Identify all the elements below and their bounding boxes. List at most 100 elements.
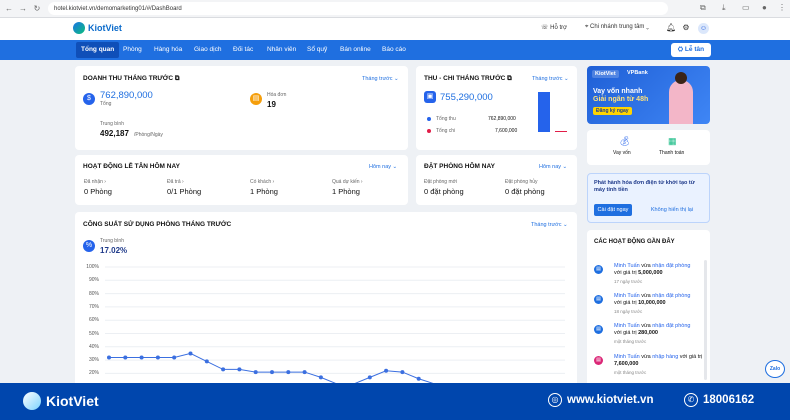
reception-label: Lễ tân <box>684 46 705 53</box>
occupancy-data-point[interactable] <box>400 370 405 375</box>
occupancy-data-point[interactable] <box>416 376 421 381</box>
help-label: Hỗ trợ <box>550 25 568 31</box>
tab-reports[interactable]: Báo cáo <box>377 40 411 60</box>
tab-online-sales[interactable]: Bán online <box>335 40 376 60</box>
occupancy-data-point[interactable] <box>139 355 144 360</box>
reception-period-dropdown[interactable]: Hôm nay ⌄ <box>369 164 397 170</box>
occupancy-data-point[interactable] <box>270 370 274 375</box>
occupancy-data-point[interactable] <box>107 355 111 360</box>
address-bar[interactable]: hotel.kiotviet.vn/demomarketing01/#/Dash… <box>48 2 668 15</box>
loan-label[interactable]: Vay vốn <box>613 150 631 156</box>
occupancy-data-point[interactable] <box>318 375 323 380</box>
revenue-period-dropdown[interactable]: Tháng trước ⌄ <box>362 76 399 82</box>
income-dot <box>427 117 431 121</box>
main-nav: Tổng quan Phòng Hàng hóa Giao dịch Đối t… <box>0 40 790 60</box>
reception-button[interactable]: ⛭ Lễ tân <box>671 43 711 57</box>
occupancy-data-point[interactable] <box>155 355 160 360</box>
expense-dot <box>427 129 431 133</box>
income-bar <box>538 92 550 132</box>
activity-item[interactable]: ▤ Minh Tuấn vừa nhận đặt phòng với giá t… <box>594 293 709 323</box>
profile-icon[interactable]: ● <box>762 3 767 12</box>
occupancy-data-point[interactable] <box>204 359 209 364</box>
activity-amount-prefix: với giá trị <box>679 354 703 360</box>
globe-icon: ◎ <box>548 393 562 407</box>
payment-icon[interactable]: ▦ <box>668 136 677 147</box>
menu-icon[interactable]: ⋮ <box>778 3 786 12</box>
promo-line1: Vay vốn nhanh <box>593 88 643 95</box>
checked-in-value: 0 Phòng <box>84 187 112 196</box>
cashflow-period-dropdown[interactable]: Tháng trước ⌄ <box>532 76 569 82</box>
activity-verb: vừa <box>641 263 651 269</box>
zalo-chat-button[interactable]: Zalo <box>765 360 785 378</box>
activity-action: nhận đặt phòng <box>652 263 691 269</box>
einvoice-hide-button[interactable]: Không hiển thị lại <box>640 204 704 216</box>
app-logo[interactable]: KiotViet <box>73 22 122 34</box>
reception-activity-card: HOẠT ĐỘNG LỄ TÂN HÔM NAY Hôm nay ⌄ Đã nh… <box>75 155 408 205</box>
booking-title: ĐẶT PHÒNG HÔM NAY <box>424 163 495 170</box>
occupancy-data-point[interactable] <box>188 351 193 356</box>
occupancy-data-point[interactable] <box>123 355 128 360</box>
activity-amount-prefix: với giá trị <box>614 270 637 276</box>
activity-amount-line: 7,600,000 <box>614 361 709 367</box>
tab-partners[interactable]: Đối tác <box>228 40 258 60</box>
back-icon[interactable]: ← <box>4 4 14 13</box>
reception-title: HOẠT ĐỘNG LỄ TÂN HÔM NAY <box>83 163 180 170</box>
checked-in-text: Đã nhận <box>84 179 103 185</box>
tab-cashbook[interactable]: Sổ quỹ <box>302 40 332 60</box>
tab-overview[interactable]: Tổng quan <box>76 42 120 58</box>
activity-item[interactable]: ▤ Minh Tuấn vừa nhập hàng với giá trị 7,… <box>594 354 709 384</box>
branch-selector[interactable]: ⌖ Chi nhánh trung tâm ⌄ <box>585 24 649 31</box>
income-label: Tổng thu <box>436 116 456 122</box>
tab-transactions[interactable]: Giao dịch <box>189 40 226 60</box>
activity-amount: 5,000,000 <box>638 270 663 276</box>
reload-icon[interactable]: ↻ <box>32 4 42 13</box>
help-link[interactable]: ☏ Hỗ trợ <box>541 24 567 31</box>
promo-cta-button[interactable]: Đăng ký ngay <box>593 107 632 115</box>
booking-card: ĐẶT PHÒNG HÔM NAY Hôm nay ⌄ Đặt phòng mớ… <box>416 155 577 205</box>
avatar[interactable]: ☺ <box>698 23 709 34</box>
booking-period-dropdown[interactable]: Hôm nay ⌄ <box>539 164 567 170</box>
revenue-title: DOANH THU THÁNG TRƯỚC ⧉ <box>83 75 180 82</box>
payment-label[interactable]: Thanh toán <box>659 150 684 156</box>
bell-icon[interactable]: 🔔︎ <box>666 23 676 33</box>
sidebar-icon[interactable]: ▭ <box>742 3 750 12</box>
receipt-icon: ▤ <box>594 295 603 304</box>
gear-icon[interactable]: ⚙ <box>681 23 691 33</box>
tab-staff[interactable]: Nhân viên <box>262 40 301 60</box>
activity-item[interactable]: ▤ Minh Tuấn vừa nhận đặt phòng với giá t… <box>594 263 709 293</box>
avg-label: Trung bình <box>100 121 124 127</box>
tab-rooms[interactable]: Phòng <box>118 40 147 60</box>
occupancy-data-point[interactable] <box>384 368 389 373</box>
extensions-icon[interactable]: ⧉ <box>700 3 706 13</box>
activity-item[interactable]: ▤ Minh Tuấn vừa nhận đặt phòng với giá t… <box>594 323 709 353</box>
occupancy-data-point[interactable] <box>302 370 307 375</box>
loan-icon[interactable]: 💰︎ <box>619 136 630 147</box>
download-icon[interactable]: ⤓ <box>722 3 726 13</box>
income-value: 762,890,000 <box>488 116 516 122</box>
einvoice-setup-button[interactable]: Cài đặt ngay <box>594 204 632 216</box>
forward-icon[interactable]: → <box>18 4 28 13</box>
revenue-card: DOANH THU THÁNG TRƯỚC ⧉ Tháng trước ⌄ $ … <box>75 66 408 150</box>
avg-unit: /Phòng/Ngày <box>134 132 163 138</box>
occupancy-data-point[interactable] <box>253 370 258 375</box>
occupancy-data-point[interactable] <box>172 355 177 360</box>
activity-verb: vừa <box>641 323 651 329</box>
footer-logo: KiotViet <box>23 392 99 410</box>
occupied-label[interactable]: Có khách › <box>250 179 274 185</box>
activity-line: Minh Tuấn vừa nhập hàng với giá trị <box>614 354 709 360</box>
activity-amount-prefix: với giá trị <box>614 330 637 336</box>
occupancy-card: CÔNG SUẤT SỬ DỤNG PHÒNG THÁNG TRƯỚC Thán… <box>75 212 577 387</box>
activity-amount: 280,000 <box>638 330 658 336</box>
overdue-value: 1 Phòng <box>332 187 360 196</box>
checked-out-label[interactable]: Đã trả › <box>167 179 184 185</box>
overdue-label[interactable]: Quá dự kiến › <box>332 179 363 185</box>
loan-promo-banner[interactable]: KiotViet VPBank Vay vốn nhanh Giải ngân … <box>587 66 710 124</box>
cashflow-title: THU - CHI THÁNG TRƯỚC ⧉ <box>424 75 512 82</box>
occupancy-data-point[interactable] <box>367 375 372 380</box>
occupancy-data-point[interactable] <box>237 367 242 372</box>
checked-in-label[interactable]: Đã nhận › <box>84 179 106 185</box>
occupancy-data-point[interactable] <box>221 367 226 372</box>
activity-line: Minh Tuấn vừa nhận đặt phòng <box>614 293 709 299</box>
occupancy-data-point[interactable] <box>286 370 291 375</box>
tab-goods[interactable]: Hàng hóa <box>149 40 187 60</box>
